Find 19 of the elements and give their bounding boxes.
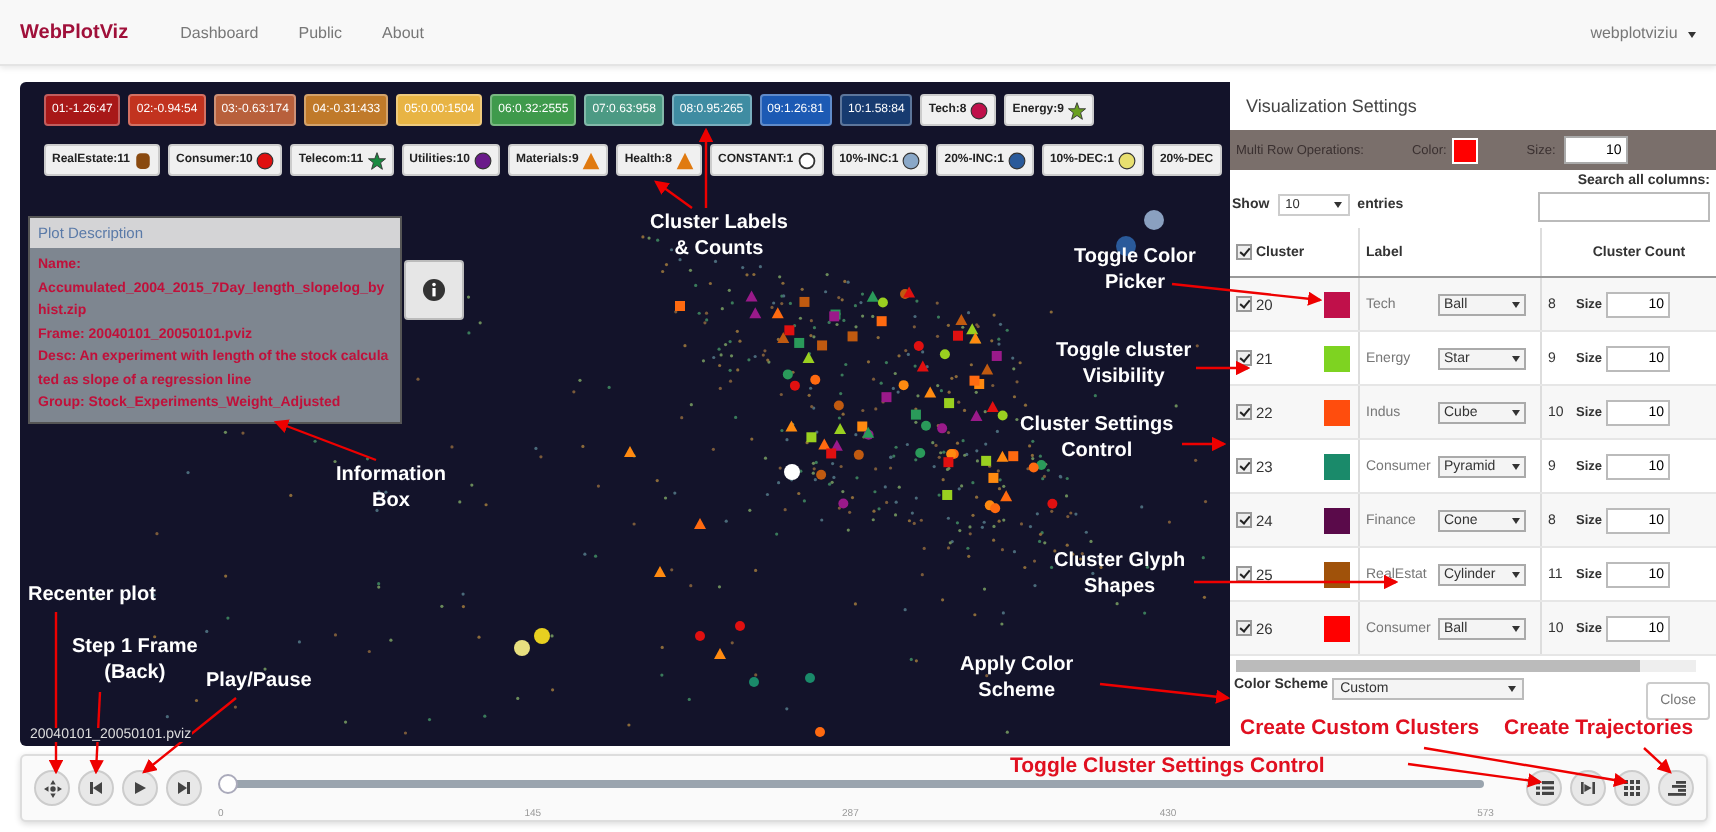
annotation-label: Apply Color Scheme [960,654,1074,704]
annotation-label: Toggle Cluster Settings Control [1010,754,1325,781]
annotation-label: Toggle cluster Visibility [1056,340,1192,390]
annotation-label: Cluster Glyph Shapes [1054,550,1186,600]
annotation-label: Cluster Labels & Counts [650,212,788,262]
user-menu[interactable]: webplotviziu [1590,23,1696,41]
annotation-label: Recenter plot [28,584,156,609]
annotation-label: Create Trajectories [1504,716,1694,743]
nav-link[interactable]: Public [298,23,343,41]
annotation-label: Toggle Color Picker [1074,246,1196,296]
nav-link[interactable]: About [382,23,424,41]
brand-link[interactable]: WebPlotViz [20,21,129,43]
annotation-label: Create Custom Clusters [1240,716,1480,743]
annotation-label: Information Box [336,464,446,514]
annotation-label: Play/Pause [206,670,312,695]
nav-link[interactable]: Dashboard [180,23,259,41]
panel-title: Visualization Settings [1244,94,1419,120]
annotation-label: Step 1 Frame (Back) [72,636,198,686]
annotation-label: Cluster Settings Control [1020,414,1174,464]
